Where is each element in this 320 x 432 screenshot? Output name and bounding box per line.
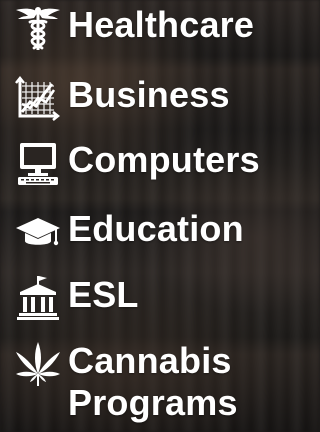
menu-item-label: Cannabis Programs [68,340,238,423]
menu-item-label: ESL [68,274,139,315]
chart-icon [14,74,62,122]
cannabis-leaf-icon [14,340,62,388]
menu-item-computers[interactable]: Computers [0,139,260,187]
menu-item-esl[interactable]: ESL [0,274,139,322]
menu-item-label: Business [68,74,230,115]
menu-item-label: Healthcare [68,4,255,45]
menu-item-business[interactable]: Business [0,74,230,122]
menu-item-label: Education [68,208,244,249]
graduation-cap-icon [14,208,62,256]
menu-item-cannabis-programs[interactable]: Cannabis Programs [0,340,238,424]
menu-item-label: Computers [68,139,260,180]
caduceus-icon [14,4,62,52]
menu-item-education[interactable]: Education [0,208,244,256]
institution-icon [14,274,62,322]
computer-icon [14,139,62,187]
menu-item-healthcare[interactable]: Healthcare [0,4,254,52]
